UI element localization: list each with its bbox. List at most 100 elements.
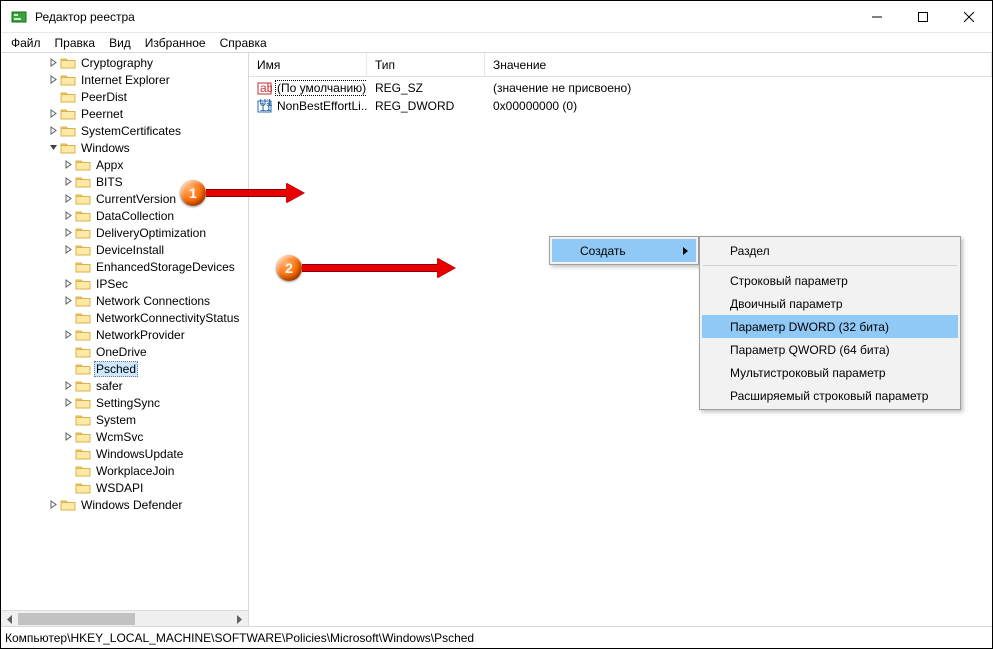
- ctx-new-qword[interactable]: Параметр QWORD (64 бита): [702, 338, 958, 361]
- cell-name: 011110NonBestEffortLi...: [249, 99, 367, 114]
- tree-item-label: Peernet: [79, 107, 125, 121]
- folder-icon: [60, 90, 76, 104]
- tree-item[interactable]: Windows: [1, 139, 248, 156]
- tree-item[interactable]: IPSec: [1, 275, 248, 292]
- ctx-new-expandstring[interactable]: Расширяемый строковый параметр: [702, 384, 958, 407]
- tree-item[interactable]: NetworkConnectivityStatus: [1, 309, 248, 326]
- expand-icon[interactable]: [46, 109, 60, 118]
- tree-item[interactable]: WSDAPI: [1, 479, 248, 496]
- ctx-new-multistring[interactable]: Мультистроковый параметр: [702, 361, 958, 384]
- tree-item-label: Windows: [79, 141, 132, 155]
- tree-item[interactable]: WcmSvc: [1, 428, 248, 445]
- expand-icon[interactable]: [61, 211, 75, 220]
- statusbar: Компьютер\HKEY_LOCAL_MACHINE\SOFTWARE\Po…: [1, 626, 992, 648]
- minimize-button[interactable]: [854, 1, 900, 32]
- ctx-new-binary[interactable]: Двоичный параметр: [702, 292, 958, 315]
- expand-icon[interactable]: [61, 160, 75, 169]
- list-header: Имя Тип Значение: [249, 53, 992, 77]
- menu-edit[interactable]: Правка: [49, 34, 102, 52]
- expand-icon[interactable]: [46, 126, 60, 135]
- maximize-button[interactable]: [900, 1, 946, 32]
- expand-icon[interactable]: [61, 381, 75, 390]
- list-body[interactable]: ab(По умолчанию)REG_SZ(значение не присв…: [249, 77, 992, 115]
- expand-icon[interactable]: [61, 330, 75, 339]
- tree-item[interactable]: DataCollection: [1, 207, 248, 224]
- menu-help[interactable]: Справка: [214, 34, 273, 52]
- folder-icon: [75, 328, 91, 342]
- expand-icon[interactable]: [46, 75, 60, 84]
- menu-favorites[interactable]: Избранное: [139, 34, 212, 52]
- tree-item[interactable]: PeerDist: [1, 88, 248, 105]
- ctx-new-dword[interactable]: Параметр DWORD (32 бита): [702, 315, 958, 338]
- tree-item-label: DeliveryOptimization: [94, 226, 208, 240]
- col-value[interactable]: Значение: [485, 53, 992, 76]
- expand-icon[interactable]: [61, 279, 75, 288]
- tree-item[interactable]: OneDrive: [1, 343, 248, 360]
- tree-item[interactable]: DeliveryOptimization: [1, 224, 248, 241]
- tree-h-scrollbar[interactable]: [1, 610, 248, 627]
- col-name[interactable]: Имя: [249, 53, 367, 76]
- string-value-icon: ab: [257, 81, 272, 96]
- tree-item[interactable]: DeviceInstall: [1, 241, 248, 258]
- tree-item[interactable]: safer: [1, 377, 248, 394]
- expand-icon[interactable]: [61, 228, 75, 237]
- expand-icon[interactable]: [61, 398, 75, 407]
- ctx-separator: [703, 265, 957, 266]
- folder-icon: [60, 56, 76, 70]
- tree-item[interactable]: WindowsUpdate: [1, 445, 248, 462]
- tree-item[interactable]: System: [1, 411, 248, 428]
- folder-icon: [75, 294, 91, 308]
- tree-item-label: SettingSync: [94, 396, 162, 410]
- scroll-left-icon[interactable]: [1, 611, 18, 627]
- badge-1: 1: [180, 180, 206, 206]
- scroll-right-icon[interactable]: [231, 611, 248, 627]
- list-row[interactable]: 011110NonBestEffortLi...REG_DWORD0x00000…: [249, 97, 992, 115]
- registry-tree[interactable]: CryptographyInternet ExplorerPeerDist Pee…: [1, 53, 248, 609]
- list-row[interactable]: ab(По умолчанию)REG_SZ(значение не присв…: [249, 79, 992, 97]
- tree-item[interactable]: Windows Defender: [1, 496, 248, 513]
- menu-view[interactable]: Вид: [103, 34, 137, 52]
- expand-icon[interactable]: [46, 500, 60, 509]
- folder-icon: [60, 124, 76, 138]
- tree-item[interactable]: Internet Explorer: [1, 71, 248, 88]
- tree-item[interactable]: SystemCertificates: [1, 122, 248, 139]
- folder-icon: [75, 260, 91, 274]
- tree-item[interactable]: Psched: [1, 360, 248, 377]
- tree-item[interactable]: NetworkProvider: [1, 326, 248, 343]
- expand-icon[interactable]: [61, 177, 75, 186]
- arrow-1-shaft: [206, 189, 286, 197]
- ctx-create[interactable]: Создать: [552, 239, 696, 262]
- binary-value-icon: 011110: [257, 99, 272, 114]
- tree-item[interactable]: Peernet: [1, 105, 248, 122]
- tree-item-label: OneDrive: [94, 345, 149, 359]
- scroll-thumb[interactable]: [18, 613, 135, 625]
- tree-item[interactable]: WorkplaceJoin: [1, 462, 248, 479]
- list-pane: Имя Тип Значение ab(По умолчанию)REG_SZ(…: [249, 53, 992, 627]
- ctx-new-key[interactable]: Раздел: [702, 239, 958, 262]
- value-name: NonBestEffortLi...: [275, 99, 367, 113]
- expand-icon[interactable]: [46, 58, 60, 67]
- tree-item-label: System: [94, 413, 138, 427]
- ctx-new-string[interactable]: Строковый параметр: [702, 269, 958, 292]
- menu-file[interactable]: Файл: [5, 34, 47, 52]
- expand-icon[interactable]: [61, 245, 75, 254]
- col-type[interactable]: Тип: [367, 53, 485, 76]
- close-button[interactable]: [946, 1, 992, 32]
- window-title: Редактор реестра: [35, 10, 854, 24]
- tree-item[interactable]: Cryptography: [1, 54, 248, 71]
- tree-item[interactable]: Appx: [1, 156, 248, 173]
- scroll-track[interactable]: [18, 611, 231, 627]
- tree-item[interactable]: EnhancedStorageDevices: [1, 258, 248, 275]
- folder-icon: [75, 481, 91, 495]
- main-split: CryptographyInternet ExplorerPeerDist Pee…: [1, 53, 992, 627]
- expand-icon[interactable]: [61, 296, 75, 305]
- tree-item-label: Network Connections: [94, 294, 212, 308]
- collapse-icon[interactable]: [46, 143, 60, 152]
- tree-item-label: Appx: [94, 158, 125, 172]
- titlebar: Редактор реестра: [1, 1, 992, 33]
- expand-icon[interactable]: [61, 194, 75, 203]
- tree-item-label: DeviceInstall: [94, 243, 166, 257]
- expand-icon[interactable]: [61, 432, 75, 441]
- tree-item[interactable]: Network Connections: [1, 292, 248, 309]
- tree-item[interactable]: SettingSync: [1, 394, 248, 411]
